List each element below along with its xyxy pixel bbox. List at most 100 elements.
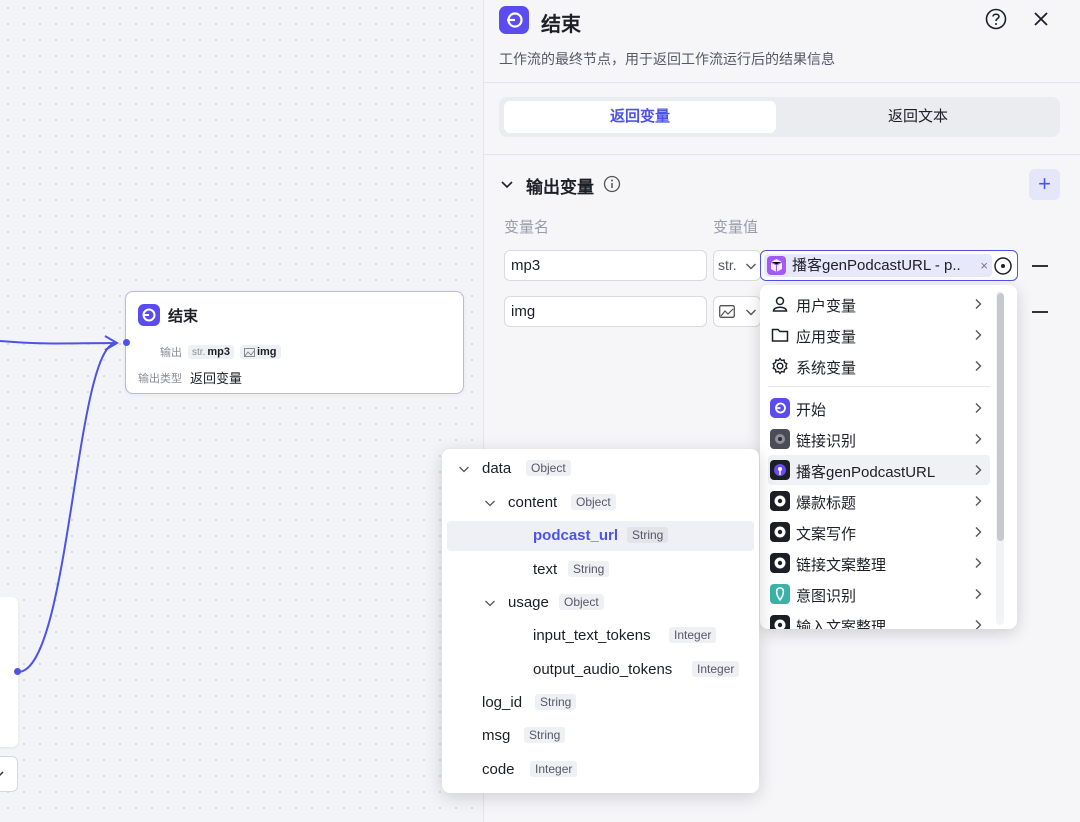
tree-key: msg	[482, 727, 511, 744]
tree-type-badge: Object	[526, 460, 571, 476]
chevron-down-icon	[746, 309, 756, 316]
chevron-right-icon	[975, 299, 982, 309]
output-port[interactable]	[14, 668, 21, 675]
menu-item-system-variables[interactable]: 系统变量	[768, 351, 990, 381]
connection-lines	[0, 335, 119, 673]
chevron-down-icon[interactable]	[484, 597, 496, 609]
menu-item-node-input-copy-organize[interactable]: 输入文案整理	[768, 610, 990, 629]
menu-item-label: 用户变量	[796, 298, 857, 315]
tree-row[interactable]: data Object	[447, 454, 754, 484]
chevron-right-icon	[975, 558, 982, 568]
tree-type-badge: Integer	[530, 761, 578, 777]
chevron-right-icon	[975, 403, 982, 413]
menu-item-label: 意图识别	[796, 588, 857, 605]
tree-row[interactable]: input_text_tokens Integer	[447, 621, 754, 651]
tree-type-badge: String	[524, 727, 566, 743]
tree-row[interactable]: msg String	[447, 721, 754, 751]
menu-item-label: 系统变量	[796, 360, 857, 377]
tree-type-badge: String	[627, 527, 669, 543]
chevron-down-icon	[746, 263, 756, 270]
menu-item-node-link-copy-organize[interactable]: 链接文案整理	[768, 548, 990, 578]
chevron-right-icon	[975, 527, 982, 537]
menu-item-node-start[interactable]: 开始	[768, 393, 990, 423]
tree-row[interactable]: code Integer	[447, 755, 754, 785]
scrollbar-thumb[interactable]	[997, 293, 1004, 541]
menu-item-label: 文案写作	[796, 526, 857, 543]
input-port[interactable]	[123, 339, 130, 346]
llm-node-icon	[770, 522, 790, 542]
llm-node-icon	[770, 615, 790, 629]
chevron-down-icon[interactable]	[484, 497, 496, 509]
tree-key: code	[482, 761, 515, 778]
remove-row-button[interactable]	[1032, 311, 1048, 313]
variable-value-field[interactable]: 播客genPodcastURL - p.. ×	[760, 250, 1018, 281]
remove-row-button[interactable]	[1032, 265, 1048, 267]
menu-item-user-variables[interactable]: 用户变量	[768, 289, 990, 319]
menu-item-label: 开始	[796, 402, 827, 419]
variable-name-input[interactable]: mp3	[504, 250, 707, 281]
type-select[interactable]	[713, 296, 761, 327]
cube-icon	[767, 256, 786, 275]
tree-row-selected[interactable]: podcast_url String	[447, 521, 754, 551]
tree-key: content	[508, 494, 558, 511]
tab-return-text[interactable]: 返回文本	[781, 101, 1055, 133]
tree-row[interactable]: usage Object	[447, 588, 754, 618]
variable-name-input[interactable]: img	[504, 296, 707, 327]
end-node-type-row: 输出类型 返回变量	[138, 368, 242, 387]
tree-row[interactable]: output_audio_tokens Integer	[447, 655, 754, 685]
end-node-title: 结束	[168, 308, 199, 325]
link-recognition-icon	[770, 429, 790, 449]
tree-row[interactable]: log_id String	[447, 688, 754, 718]
info-icon[interactable]	[603, 175, 621, 193]
partial-select[interactable]	[0, 756, 18, 792]
end-node-output-row: 输出 str. mp3 img	[160, 344, 281, 360]
close-icon[interactable]	[1031, 9, 1051, 29]
output-field-tree: data Object content Object podcast_url S…	[442, 449, 759, 793]
llm-node-icon	[770, 491, 790, 511]
tree-type-badge: Object	[559, 594, 604, 610]
image-icon	[719, 305, 735, 318]
chevron-right-icon	[975, 620, 982, 629]
start-node-icon	[770, 398, 790, 418]
panel-description: 工作流的最终节点，用于返回工作流运行后的结果信息	[499, 51, 835, 67]
col-name-label: 变量名	[504, 219, 550, 236]
chevron-right-icon	[975, 361, 982, 371]
panel-title: 结束	[541, 14, 581, 36]
tree-row[interactable]: text String	[447, 555, 754, 585]
tab-return-variable[interactable]: 返回变量	[504, 101, 776, 133]
chip-name: mp3	[207, 346, 230, 358]
menu-item-label: 链接识别	[796, 433, 857, 450]
menu-item-node-copywriting[interactable]: 文案写作	[768, 517, 990, 547]
folder-icon	[771, 328, 789, 342]
tree-row[interactable]: content Object	[447, 488, 754, 518]
type-label: str.	[718, 257, 737, 273]
tree-key: podcast_url	[533, 527, 619, 544]
chevron-right-icon	[975, 496, 982, 506]
type-select[interactable]: str.	[713, 250, 761, 281]
panel-header: 结束 工作流的最终节点，用于返回工作流运行后的结果信息	[484, 0, 1080, 83]
menu-item-node-intent[interactable]: 意图识别	[768, 579, 990, 609]
variable-picker-menu: 用户变量 应用变量 系统变量 开始 链接识别 播客genPodcastURL 爆…	[760, 285, 1017, 629]
menu-item-label: 播客genPodcastURL	[796, 464, 936, 481]
output-chip-img: img	[239, 345, 281, 359]
help-icon[interactable]	[985, 8, 1007, 30]
menu-item-node-link-recognition[interactable]: 链接识别	[768, 424, 990, 454]
chevron-right-icon	[975, 330, 982, 340]
target-icon[interactable]	[993, 256, 1013, 276]
chevron-down-icon[interactable]	[458, 463, 470, 475]
image-icon	[243, 347, 255, 357]
end-node[interactable]: 结束 输出 str. mp3 img 输出类型 返回变量	[125, 291, 464, 394]
menu-item-node-viral-title[interactable]: 爆款标题	[768, 486, 990, 516]
chevron-down-icon[interactable]	[500, 177, 514, 191]
menu-item-node-podcast[interactable]: 播客genPodcastURL	[768, 455, 990, 485]
menu-item-label: 爆款标题	[796, 495, 857, 512]
user-icon	[772, 296, 788, 312]
value-reference-tag[interactable]: 播客genPodcastURL - p.. ×	[764, 254, 992, 277]
tree-key: log_id	[482, 694, 523, 711]
add-variable-button[interactable]: +	[1029, 169, 1060, 200]
chevron-right-icon	[975, 589, 982, 599]
end-node-icon	[138, 304, 160, 326]
clear-reference-icon[interactable]: ×	[980, 254, 988, 277]
menu-item-app-variables[interactable]: 应用变量	[768, 320, 990, 350]
tree-key: input_text_tokens	[533, 627, 651, 644]
